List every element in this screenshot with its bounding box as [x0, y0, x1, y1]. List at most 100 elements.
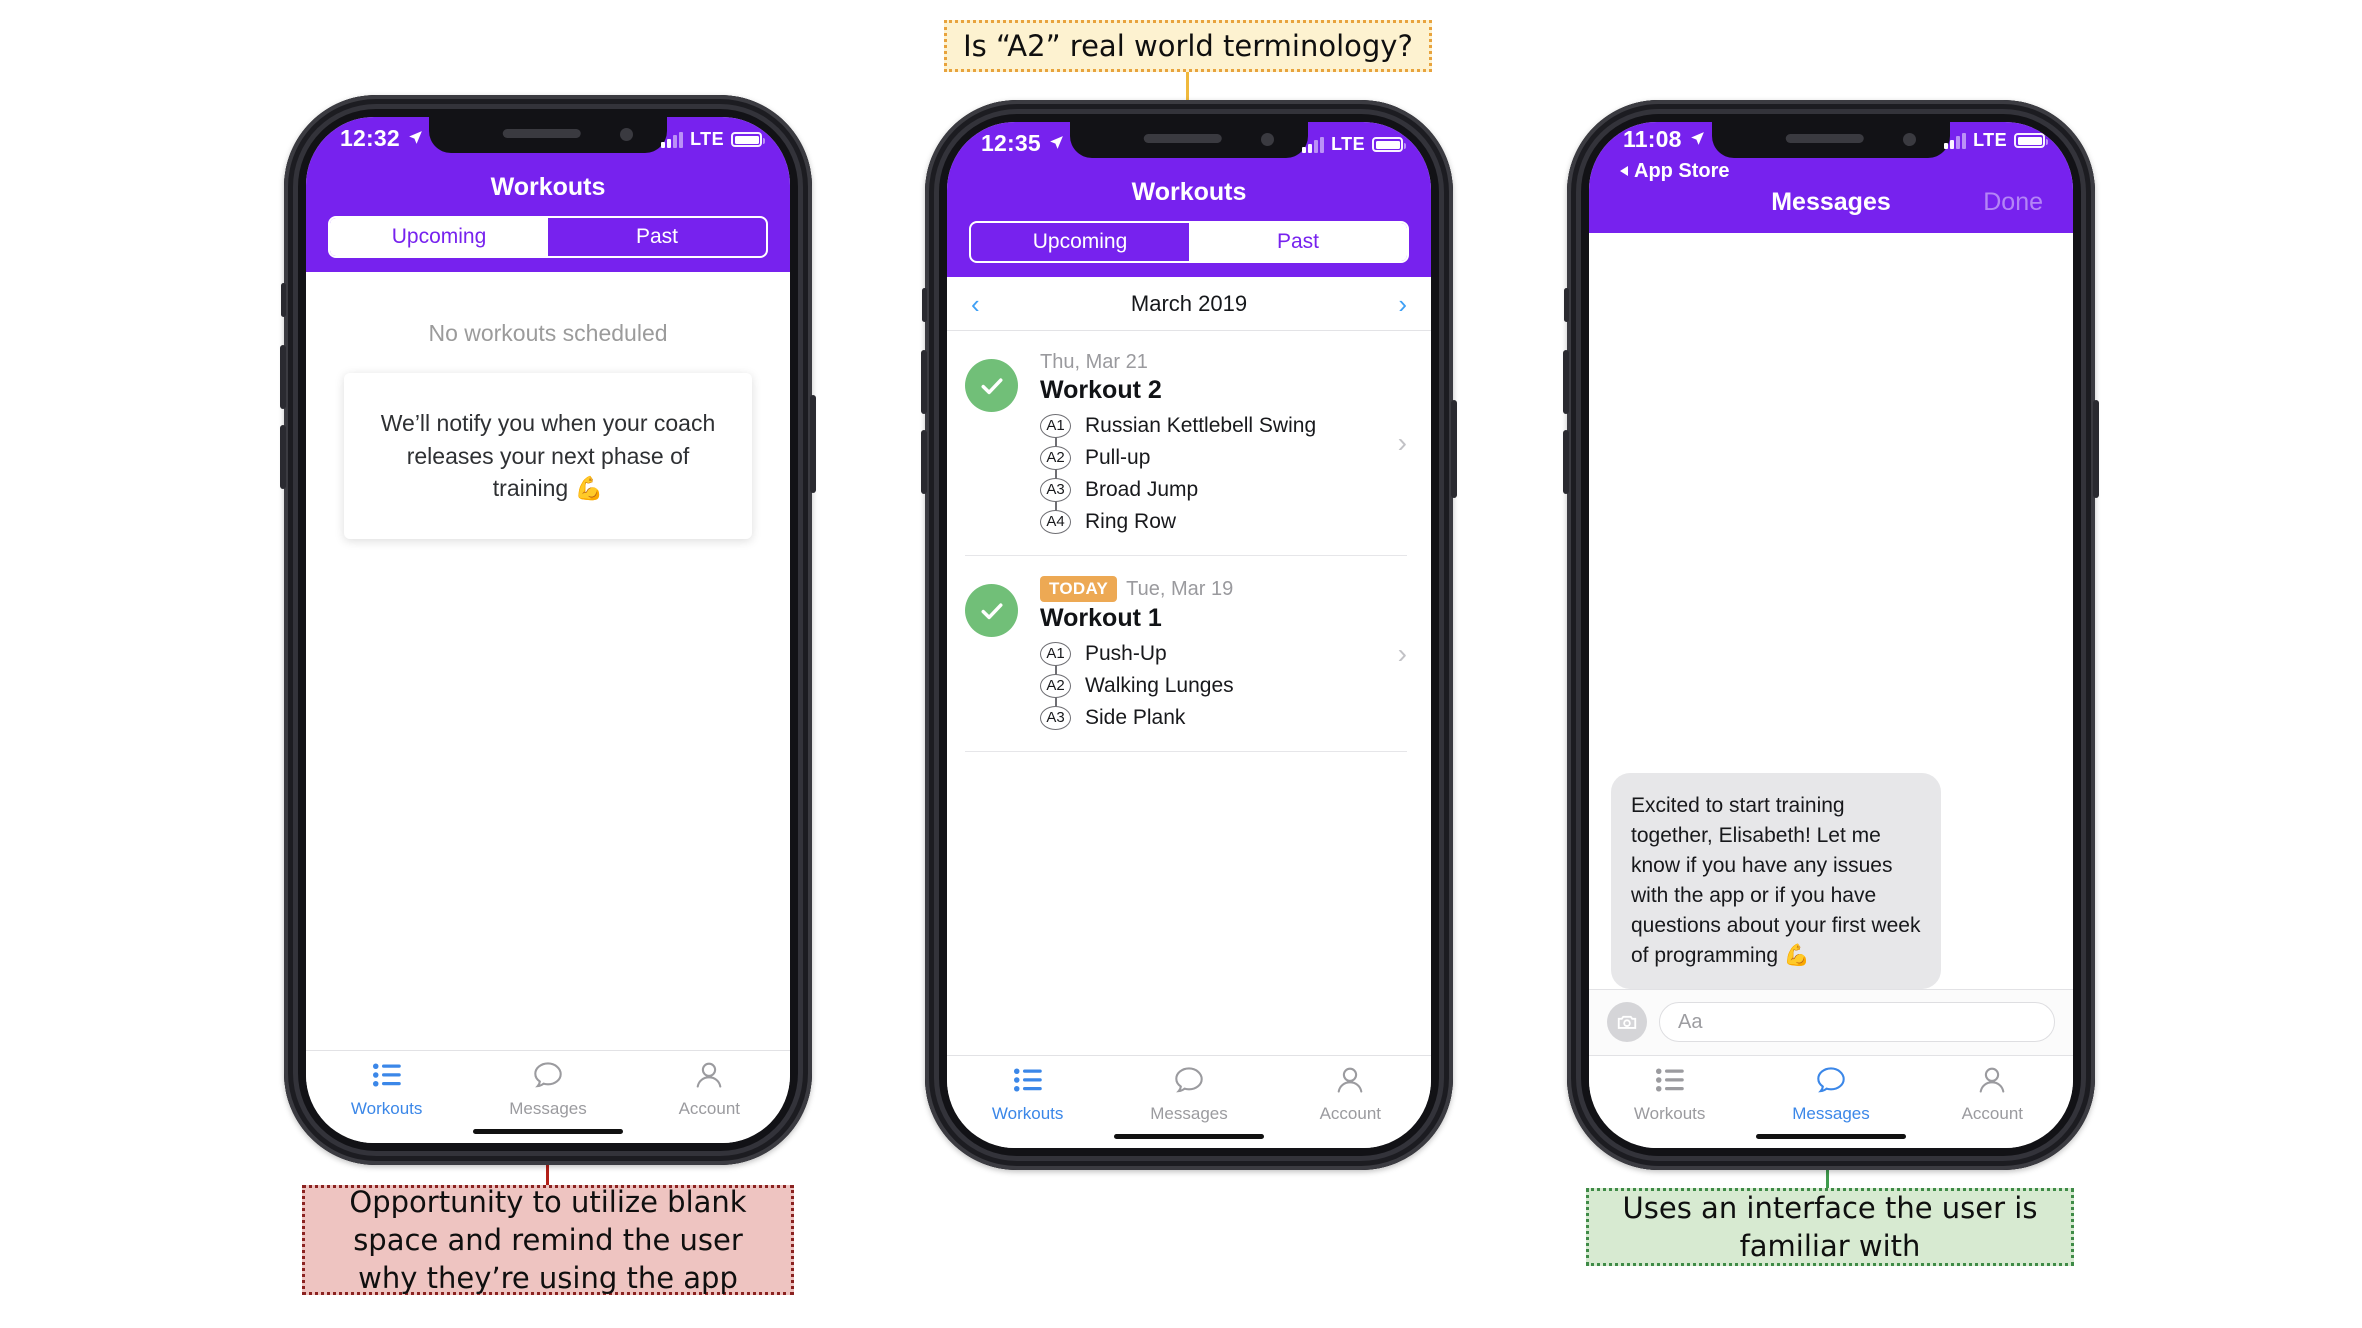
- list-icon: [372, 1061, 402, 1094]
- signal-bars-icon: [1944, 132, 1967, 149]
- exercise-name: Russian Kettlebell Swing: [1085, 413, 1317, 437]
- annotation-text: Is “A2” real world terminology?: [963, 28, 1413, 63]
- nav-bar: Workouts Upcoming Past: [947, 174, 1431, 277]
- home-indicator[interactable]: [1114, 1134, 1264, 1139]
- tab-account[interactable]: Account: [1270, 1066, 1431, 1124]
- exercise-name: Pull-up: [1085, 445, 1151, 469]
- page-title: Workouts: [1131, 178, 1247, 206]
- exercise-code: A2: [1040, 445, 1071, 470]
- workout-date-row: TODAY Tue, Mar 19: [1040, 576, 1407, 602]
- exercise-name: Broad Jump: [1085, 477, 1199, 501]
- message-thread: Excited to start training together, Elis…: [1589, 233, 2073, 989]
- list-icon: [1013, 1066, 1043, 1099]
- volume-up-button[interactable]: [280, 345, 286, 409]
- status-time-value: 12:35: [981, 130, 1041, 156]
- power-button[interactable]: [810, 395, 816, 493]
- person-icon: [1335, 1066, 1365, 1099]
- power-button[interactable]: [1451, 400, 1457, 498]
- today-badge: TODAY: [1040, 576, 1118, 602]
- completed-check-icon: [965, 359, 1018, 412]
- location-arrow-icon: [1048, 130, 1065, 157]
- tab-workouts[interactable]: Workouts: [947, 1066, 1108, 1124]
- exercise-list: A1 Russian Kettlebell Swing A2 Pull-up A…: [1040, 412, 1407, 535]
- tab-messages[interactable]: Messages: [467, 1061, 628, 1119]
- phone-mockup-workouts-empty: 12:32 LTE Workouts Upcoming Past No work…: [280, 95, 816, 1165]
- carrier-label: LTE: [1331, 134, 1365, 154]
- chat-bubble-icon: [1174, 1066, 1204, 1099]
- exercise-item: A3 Side Plank: [1040, 704, 1407, 731]
- silent-switch[interactable]: [1564, 288, 1569, 322]
- tab-label: Messages: [509, 1099, 587, 1118]
- back-to-app-link[interactable]: App Store: [1619, 160, 1730, 183]
- workout-name: Workout 1: [1040, 604, 1162, 632]
- person-icon: [694, 1061, 724, 1094]
- power-button[interactable]: [2093, 400, 2099, 498]
- segmented-control[interactable]: Upcoming Past: [328, 216, 768, 258]
- exercise-item: A1 Push-Up: [1040, 640, 1407, 667]
- battery-icon: [2014, 133, 2048, 148]
- exercise-item: A3 Broad Jump: [1040, 476, 1407, 503]
- battery-icon: [1372, 137, 1406, 152]
- phone-screen: 12:35 LTE Workouts Upcoming Past ‹ March…: [947, 122, 1431, 1148]
- home-indicator[interactable]: [1756, 1134, 1906, 1139]
- empty-state-label: No workouts scheduled: [428, 320, 668, 346]
- volume-up-button[interactable]: [1563, 350, 1569, 414]
- segment-upcoming[interactable]: Upcoming: [330, 218, 548, 256]
- chat-bubble-icon: [1816, 1066, 1846, 1099]
- chevron-right-icon[interactable]: ›: [1398, 638, 1407, 670]
- location-arrow-icon: [407, 125, 424, 152]
- notify-card: We’ll notify you when your coach release…: [344, 373, 752, 539]
- chevron-right-icon[interactable]: ›: [1398, 427, 1407, 459]
- tab-account[interactable]: Account: [629, 1061, 790, 1119]
- status-bar: 12:32 LTE: [306, 117, 790, 169]
- chevron-left-icon[interactable]: ‹: [971, 291, 980, 317]
- annotation-text: Opportunity to utilize blank space and r…: [349, 1184, 747, 1296]
- main-content: Excited to start training together, Elis…: [1589, 233, 2073, 989]
- workout-row[interactable]: Thu, Mar 21 Workout 2 A1 Russian Kettleb…: [965, 331, 1407, 556]
- home-indicator[interactable]: [473, 1129, 623, 1134]
- silent-switch[interactable]: [922, 288, 927, 322]
- volume-up-button[interactable]: [921, 350, 927, 414]
- tab-workouts[interactable]: Workouts: [1589, 1066, 1750, 1124]
- workout-row[interactable]: TODAY Tue, Mar 19 Workout 1 A1 Push-Up A: [965, 556, 1407, 752]
- tab-label: Workouts: [1633, 1104, 1706, 1123]
- done-button[interactable]: Done: [1983, 188, 2043, 217]
- message-bubble-incoming: Excited to start training together, Elis…: [1611, 772, 1941, 989]
- tab-label: Workouts: [991, 1104, 1064, 1123]
- carrier-label: LTE: [1973, 130, 2007, 150]
- exercise-name: Side Plank: [1085, 705, 1186, 729]
- chevron-right-icon[interactable]: ›: [1398, 291, 1407, 317]
- silent-switch[interactable]: [281, 283, 286, 317]
- tab-account[interactable]: Account: [1912, 1066, 2073, 1124]
- month-label: March 2019: [1130, 290, 1248, 316]
- segment-upcoming[interactable]: Upcoming: [971, 223, 1189, 261]
- status-right: LTE: [661, 129, 765, 150]
- message-input[interactable]: Aa: [1659, 1002, 2055, 1042]
- main-content: ‹ March 2019 › Thu, Mar 21 Workout 2 A1 …: [947, 277, 1431, 1055]
- signal-bars-icon: [1302, 136, 1325, 153]
- tab-messages[interactable]: Messages: [1750, 1066, 1911, 1124]
- tab-workouts[interactable]: Workouts: [306, 1061, 467, 1119]
- battery-icon: [731, 132, 765, 147]
- back-triangle-icon: [1619, 160, 1629, 183]
- back-label: App Store: [1634, 160, 1730, 182]
- status-time: 12:32: [340, 125, 424, 152]
- exercise-item: A2 Walking Lunges: [1040, 672, 1407, 699]
- location-arrow-icon: [1689, 126, 1706, 153]
- exercise-code: A3: [1040, 477, 1071, 502]
- tab-messages[interactable]: Messages: [1108, 1066, 1269, 1124]
- list-icon: [1655, 1066, 1685, 1099]
- workout-name: Workout 2: [1040, 376, 1162, 404]
- segment-past[interactable]: Past: [1189, 223, 1407, 261]
- status-time: 11:08: [1623, 126, 1706, 153]
- volume-down-button[interactable]: [921, 430, 927, 494]
- volume-down-button[interactable]: [280, 425, 286, 489]
- exercise-code: A3: [1040, 705, 1071, 730]
- camera-icon[interactable]: [1607, 1002, 1647, 1042]
- volume-down-button[interactable]: [1563, 430, 1569, 494]
- message-composer: Aa: [1589, 989, 2073, 1055]
- status-time-value: 12:32: [340, 125, 400, 151]
- segmented-control[interactable]: Upcoming Past: [969, 221, 1409, 263]
- segment-past[interactable]: Past: [548, 218, 766, 256]
- status-bar: 11:08 App Store LTE: [1589, 122, 2073, 184]
